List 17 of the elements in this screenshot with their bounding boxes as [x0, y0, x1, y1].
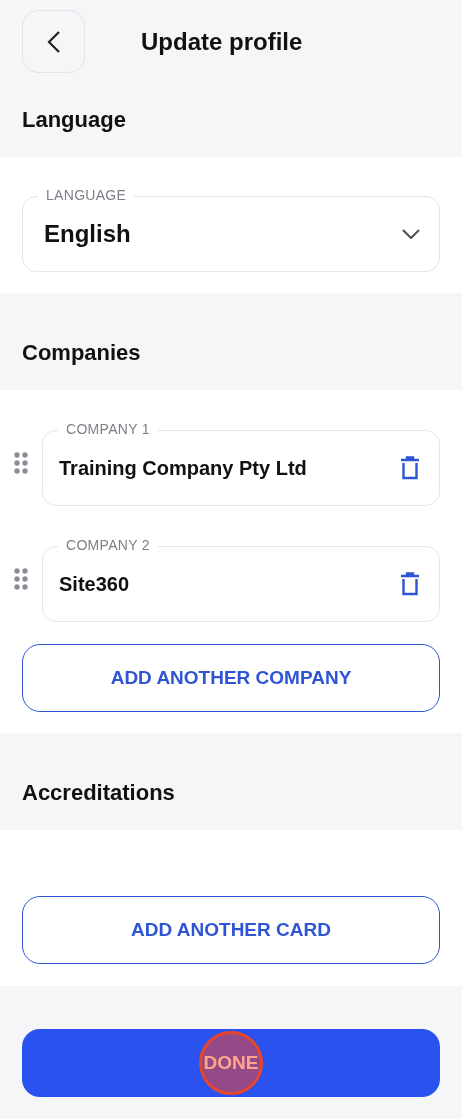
chevron-down-icon	[402, 229, 420, 239]
drag-handle-icon[interactable]	[14, 568, 28, 590]
add-company-button[interactable]: ADD ANOTHER COMPANY	[22, 644, 440, 712]
add-card-button[interactable]: ADD ANOTHER CARD	[22, 896, 440, 964]
trash-icon[interactable]	[400, 456, 420, 480]
section-title: Accreditations	[21, 780, 176, 806]
field-value: Site360	[59, 572, 130, 596]
language-dropdown[interactable]: LANGUAGE English	[22, 186, 440, 272]
drag-handle-icon[interactable]	[14, 452, 28, 474]
company-field[interactable]: COMPANY 2 Site360	[42, 536, 440, 622]
section-title: Companies	[21, 340, 142, 366]
field-value: English	[44, 220, 131, 248]
trash-icon[interactable]	[400, 572, 420, 596]
field-value: Training Company Pty Ltd	[59, 456, 307, 480]
section-title: Language	[21, 107, 127, 133]
page-title: Update profile	[141, 27, 303, 56]
company-field[interactable]: COMPANY 1 Training Company Pty Ltd	[42, 420, 440, 506]
